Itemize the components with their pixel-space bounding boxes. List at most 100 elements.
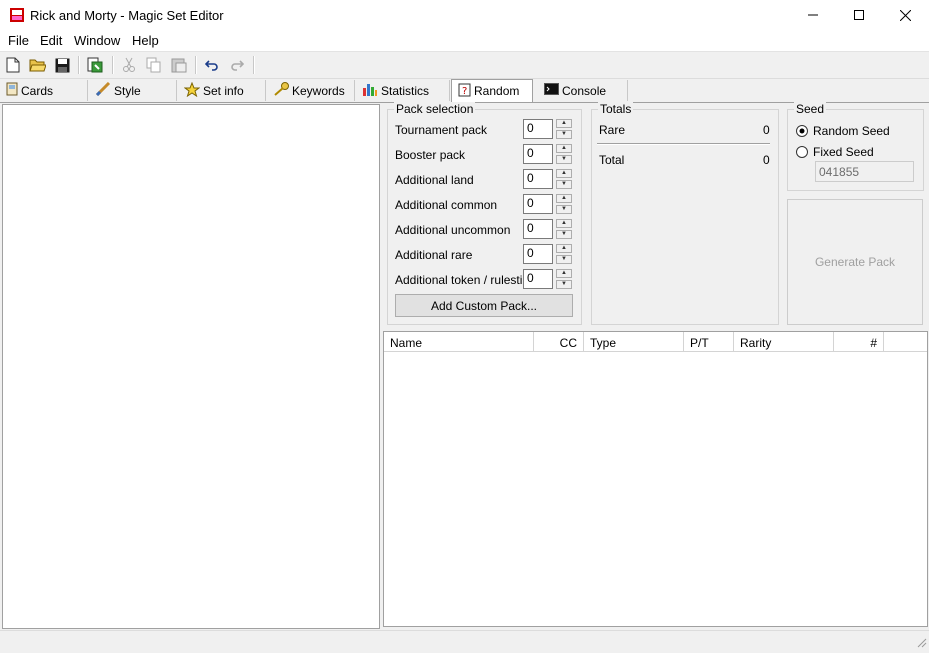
tab-random[interactable]: ? Random: [451, 79, 533, 102]
spin-up-icon[interactable]: ▲: [556, 169, 572, 178]
copy-icon[interactable]: [145, 56, 163, 74]
toolbar-separator: [195, 56, 197, 74]
dice-icon: ?: [458, 83, 471, 100]
tab-console[interactable]: Console: [538, 80, 628, 101]
column-header-rarity[interactable]: Rarity: [734, 332, 834, 352]
spin-buttons[interactable]: ▲ ▼: [556, 194, 572, 214]
redo-icon[interactable]: [228, 56, 246, 74]
totals-group: Totals: [591, 102, 779, 325]
pack-count-input[interactable]: 0: [523, 269, 553, 289]
spin-down-icon[interactable]: ▼: [556, 155, 572, 164]
pack-count-input[interactable]: 0: [523, 244, 553, 264]
pack-row-label: Additional rare: [395, 248, 473, 262]
open-icon[interactable]: [28, 56, 46, 74]
tab-label: Style: [114, 83, 141, 98]
menu-window[interactable]: Window: [74, 33, 120, 48]
radio-label: Random Seed: [813, 124, 890, 138]
tab-set-info[interactable]: Set info: [178, 80, 266, 101]
toolbar-separator: [78, 56, 80, 74]
fixed-seed-radio[interactable]: Fixed Seed: [796, 145, 874, 159]
spin-buttons[interactable]: ▲ ▼: [556, 119, 572, 139]
new-icon[interactable]: [4, 56, 22, 74]
tab-label: Cards: [21, 83, 54, 98]
fixed-seed-input[interactable]: 041855: [815, 161, 914, 182]
save-icon[interactable]: [53, 56, 71, 74]
bar-chart-icon: [362, 82, 378, 99]
column-header-pt[interactable]: P/T: [684, 332, 734, 352]
spin-down-icon[interactable]: ▼: [556, 130, 572, 139]
spin-buttons[interactable]: ▲ ▼: [556, 169, 572, 189]
brush-icon: [95, 81, 111, 99]
cut-icon[interactable]: [120, 56, 138, 74]
spin-up-icon[interactable]: ▲: [556, 194, 572, 203]
paste-icon[interactable]: [170, 56, 188, 74]
random-seed-radio[interactable]: Random Seed: [796, 124, 890, 138]
maximize-button[interactable]: [836, 0, 882, 30]
spin-up-icon[interactable]: ▲: [556, 269, 572, 278]
pack-row-label: Booster pack: [395, 148, 466, 162]
menu-help[interactable]: Help: [132, 33, 159, 48]
tab-label: Random: [474, 84, 520, 98]
pack-count-input[interactable]: 0: [523, 194, 553, 214]
pack-count-input[interactable]: 0: [523, 219, 553, 239]
button-label: Add Custom Pack...: [430, 298, 538, 313]
spin-up-icon[interactable]: ▲: [556, 119, 572, 128]
add-custom-pack-button[interactable]: Add Custom Pack...: [395, 294, 573, 317]
spin-up-icon[interactable]: ▲: [556, 144, 572, 153]
spin-down-icon[interactable]: ▼: [556, 255, 572, 264]
spin-buttons[interactable]: ▲ ▼: [556, 269, 572, 289]
spin-down-icon[interactable]: ▼: [556, 280, 572, 289]
spin-down-icon[interactable]: ▼: [556, 180, 572, 189]
pack-count-input[interactable]: 0: [523, 169, 553, 189]
minimize-button[interactable]: [790, 0, 836, 30]
tab-label: Console: [562, 83, 607, 98]
column-header-cc[interactable]: CC: [534, 332, 584, 352]
spin-buttons[interactable]: ▲ ▼: [556, 144, 572, 164]
menu-bar: File Edit Window Help: [0, 30, 929, 52]
spin-buttons[interactable]: ▲ ▼: [556, 244, 572, 264]
tab-style[interactable]: Style: [89, 80, 177, 101]
generate-pack-button[interactable]: Generate Pack: [787, 199, 923, 325]
cards-icon: [6, 82, 18, 99]
menu-edit[interactable]: Edit: [40, 33, 62, 48]
tab-statistics[interactable]: Statistics: [356, 80, 450, 101]
pack-card-list[interactable]: Name CC Type P/T Rarity #: [383, 331, 928, 627]
star-icon: [183, 81, 201, 100]
rare-value: 0: [763, 123, 770, 137]
total-value: 0: [763, 153, 770, 167]
pack-row-label: Additional uncommon: [395, 223, 511, 237]
tab-label: Set info: [203, 83, 244, 98]
menu-file[interactable]: File: [8, 33, 29, 48]
tab-label: Statistics: [381, 83, 430, 98]
console-icon: [544, 83, 559, 98]
resize-grip-icon[interactable]: [915, 636, 927, 651]
pack-count-input[interactable]: 0: [523, 119, 553, 139]
export-icon[interactable]: [86, 56, 104, 74]
tab-cards[interactable]: Cards: [0, 80, 88, 101]
spin-up-icon[interactable]: ▲: [556, 219, 572, 228]
spin-buttons[interactable]: ▲ ▼: [556, 219, 572, 239]
spin-down-icon[interactable]: ▼: [556, 205, 572, 214]
column-header-count[interactable]: #: [834, 332, 884, 352]
toolbar-separator: [112, 56, 114, 74]
total-label: Total: [599, 153, 625, 167]
rare-label: Rare: [599, 123, 626, 137]
card-list-panel[interactable]: [2, 104, 380, 629]
close-button[interactable]: [882, 0, 928, 30]
spin-down-icon[interactable]: ▼: [556, 230, 572, 239]
group-title: Pack selection: [394, 102, 476, 116]
pack-row-label: Additional common: [395, 198, 498, 212]
group-title: Totals: [598, 102, 634, 116]
column-header-name[interactable]: Name: [384, 332, 534, 352]
tab-keywords[interactable]: Keywords: [267, 80, 355, 101]
group-title: Seed: [794, 102, 827, 116]
spin-up-icon[interactable]: ▲: [556, 244, 572, 253]
undo-icon[interactable]: [203, 56, 221, 74]
tab-bar: Cards Style Set info Keywords Statistics…: [0, 79, 929, 103]
tab-label: Keywords: [292, 83, 345, 98]
column-header-type[interactable]: Type: [584, 332, 684, 352]
pack-row-label: Additional token / rulestip: [395, 273, 530, 287]
totals-divider: [597, 143, 770, 145]
button-label: Generate Pack: [814, 255, 896, 269]
pack-count-input[interactable]: 0: [523, 144, 553, 164]
